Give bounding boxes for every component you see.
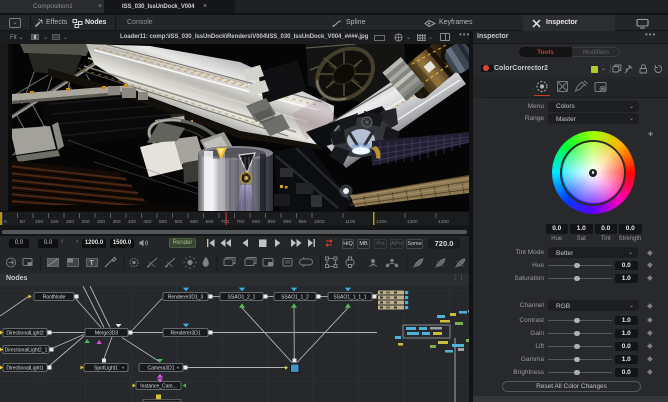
svg-text:SSAO1_1_1_1: SSAO1_1_1_1	[333, 295, 367, 301]
svg-text:RootNode: RootNode	[43, 295, 66, 301]
svg-text:DirectionalLight1: DirectionalLight1	[6, 366, 43, 372]
svg-text:DirectionalLight2: DirectionalLight2	[6, 331, 43, 337]
svg-text:Instance_Cam...: Instance_Cam...	[140, 384, 176, 390]
svg-text:SSAO1_1_2: SSAO1_1_2	[281, 295, 309, 301]
svg-text:Renderer3D1_3: Renderer3D1_3	[168, 295, 204, 301]
svg-text:Camera3D1: Camera3D1	[148, 366, 175, 372]
svg-text:T: T	[90, 260, 95, 267]
svg-text:Renderer3D1: Renderer3D1	[170, 331, 200, 337]
svg-text:SSAO1_2_1: SSAO1_2_1	[228, 295, 256, 301]
svg-text:DirectionalLight2_1: DirectionalLight2_1	[5, 348, 48, 354]
svg-text:Merge3D3: Merge3D3	[95, 331, 119, 337]
svg-text:SpotLight1: SpotLight1	[94, 366, 118, 372]
